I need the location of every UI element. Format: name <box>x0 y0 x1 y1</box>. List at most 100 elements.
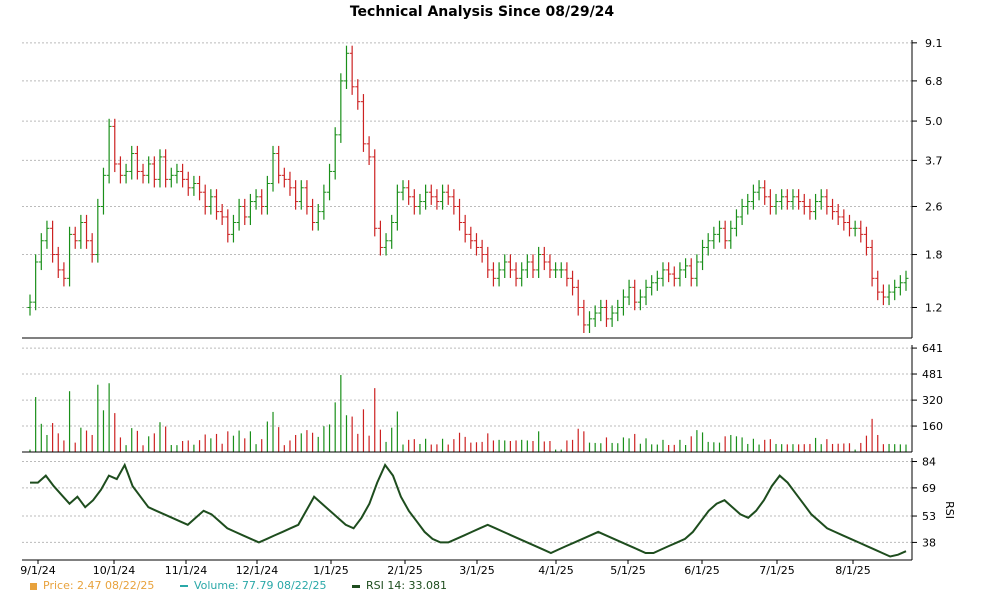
price-bar <box>281 167 287 188</box>
price-bar <box>530 254 536 278</box>
price-bar <box>440 184 446 210</box>
price-bar <box>33 254 39 311</box>
price-bar <box>587 311 593 334</box>
price-bar <box>423 184 429 210</box>
price-bar <box>95 198 101 263</box>
price-bar <box>728 220 734 249</box>
price-bar <box>406 180 412 205</box>
price-bar <box>372 149 378 237</box>
legend-rsi: RSI 14: 33.081 <box>351 579 447 592</box>
price-bar <box>490 262 496 287</box>
price-bar <box>880 284 886 306</box>
price-bar <box>824 189 830 215</box>
legend-price-label: Price: 2.47 08/22/25 <box>43 579 155 592</box>
legend-price: Price: 2.47 08/22/25 <box>30 579 154 592</box>
price-swatch-icon <box>30 582 37 590</box>
price-bar <box>858 220 864 243</box>
rsi-swatch-icon <box>351 584 360 588</box>
axes <box>22 40 913 561</box>
price-bar <box>570 270 576 296</box>
price-bar <box>869 239 875 287</box>
price-bar <box>457 198 463 231</box>
price-bar <box>67 226 73 287</box>
x-tick-label: 8/1/25 <box>835 564 870 577</box>
price-bar <box>451 189 457 215</box>
price-bar <box>716 220 722 243</box>
price-bar <box>903 270 909 291</box>
price-bar <box>807 198 813 220</box>
price-bar <box>649 275 655 296</box>
rsi-tick-label: 84 <box>922 456 936 469</box>
price-bar <box>236 198 242 231</box>
price-bar <box>304 180 310 215</box>
price-bar <box>813 193 819 220</box>
price-bar <box>733 209 739 237</box>
price-bar <box>264 175 270 215</box>
price-bar <box>784 189 790 210</box>
price-bar <box>428 184 434 205</box>
price-bar <box>242 198 248 226</box>
price-bar <box>547 254 553 278</box>
price-bar <box>626 279 632 306</box>
price-bar <box>208 189 214 215</box>
price-bar <box>598 299 604 322</box>
price-bar <box>694 254 700 287</box>
price-bar <box>332 127 338 180</box>
price-tick-label: 9.1 <box>925 37 943 50</box>
price-bar <box>592 305 598 327</box>
price-bar <box>711 226 717 249</box>
price-bar <box>197 175 203 201</box>
price-bar <box>129 145 135 180</box>
price-bar <box>394 184 400 231</box>
price-bar <box>852 220 858 237</box>
price-bar <box>168 167 174 188</box>
price-bar <box>473 233 479 256</box>
price-bar <box>558 262 564 278</box>
price-bar <box>106 118 112 184</box>
price-bar <box>298 180 304 210</box>
price-bar <box>247 193 253 226</box>
price-bar <box>89 233 95 263</box>
x-tick-label: 9/1/24 <box>20 564 55 577</box>
price-bar <box>225 209 231 243</box>
price-bar <box>315 203 321 231</box>
x-tick-label: 1/1/25 <box>313 564 348 577</box>
price-bar <box>892 279 898 301</box>
price-bar <box>756 180 762 201</box>
price-bar <box>762 180 768 205</box>
price-bar <box>496 262 502 287</box>
price-bar <box>677 262 683 287</box>
x-tick-label: 11/1/24 <box>165 564 207 577</box>
price-bar <box>660 262 666 287</box>
x-tick-label: 6/1/25 <box>684 564 719 577</box>
price-bar <box>61 262 67 287</box>
price-bar <box>654 270 660 291</box>
price-bar <box>485 246 491 278</box>
price-bar <box>632 279 638 311</box>
price-bar <box>581 299 587 334</box>
x-tick-labels: 9/1/24 10/1/24 11/1/24 12/1/24 1/1/25 2/1/25 3… <box>20 560 871 577</box>
price-bar <box>609 305 615 327</box>
price-bar <box>445 184 451 205</box>
price-bar <box>100 167 106 215</box>
price-bar <box>259 189 265 215</box>
price-bar <box>55 246 61 278</box>
price-bar <box>796 189 802 210</box>
rsi-grid <box>22 461 912 543</box>
price-bar <box>360 94 366 152</box>
price-bar <box>513 262 519 287</box>
price-bar <box>830 198 836 220</box>
price-bar <box>411 189 417 215</box>
price-tick-label: 3.7 <box>925 154 943 167</box>
price-bars <box>27 45 909 334</box>
price-bar <box>750 184 756 210</box>
price-bar <box>671 266 677 287</box>
price-bar <box>163 149 169 188</box>
x-tick-label: 10/1/24 <box>93 564 135 577</box>
price-bar <box>383 233 389 256</box>
price-bar <box>50 220 56 263</box>
price-bar <box>377 220 383 256</box>
price-bar <box>180 163 186 188</box>
volume-swatch-icon <box>179 585 188 587</box>
price-bar <box>564 262 570 287</box>
